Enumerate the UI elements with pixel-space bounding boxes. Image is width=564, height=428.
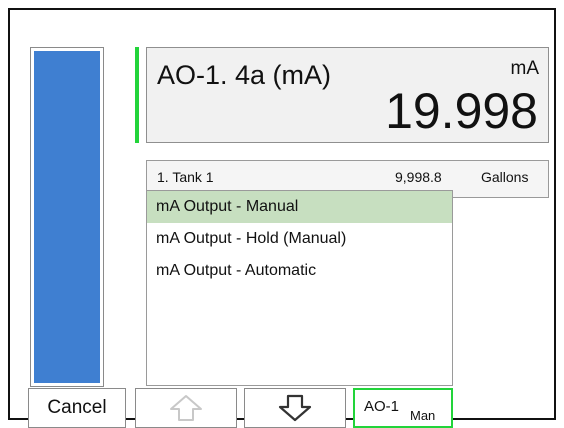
level-bargraph-fill [34,51,100,383]
arrow-down-icon [278,394,312,422]
level-bargraph [30,47,104,387]
output-unit-label: mA [510,58,540,79]
mode-item-hold-manual[interactable]: mA Output - Hold (Manual) [147,223,452,255]
scroll-up-button[interactable] [135,388,237,428]
tank-unit: Gallons [481,169,529,185]
output-mode-list: mA Output - Manual mA Output - Hold (Man… [146,190,453,386]
mode-button-tag: AO-1 [364,398,400,415]
scroll-down-button[interactable] [244,388,346,428]
mode-item-manual[interactable]: mA Output - Manual [147,191,452,223]
output-mode-button[interactable]: AO-1 Man [353,388,453,428]
mode-item-automatic[interactable]: mA Output - Automatic [147,255,452,287]
hmi-screen: AO-1. 4a (mA) mA 19.998 1. Tank 1 9,998.… [8,8,556,428]
arrow-up-icon [170,395,202,421]
selection-accent-line [135,47,139,143]
tank-name: 1. Tank 1 [157,169,214,185]
tank-value: 9,998.8 [395,169,442,185]
cancel-button[interactable]: Cancel [28,388,126,428]
output-value: 19.998 [385,83,538,139]
value-display: AO-1. 4a (mA) mA 19.998 [146,47,549,143]
mode-button-state: Man [410,408,436,423]
output-tag-label: AO-1. 4a (mA) [157,60,332,90]
